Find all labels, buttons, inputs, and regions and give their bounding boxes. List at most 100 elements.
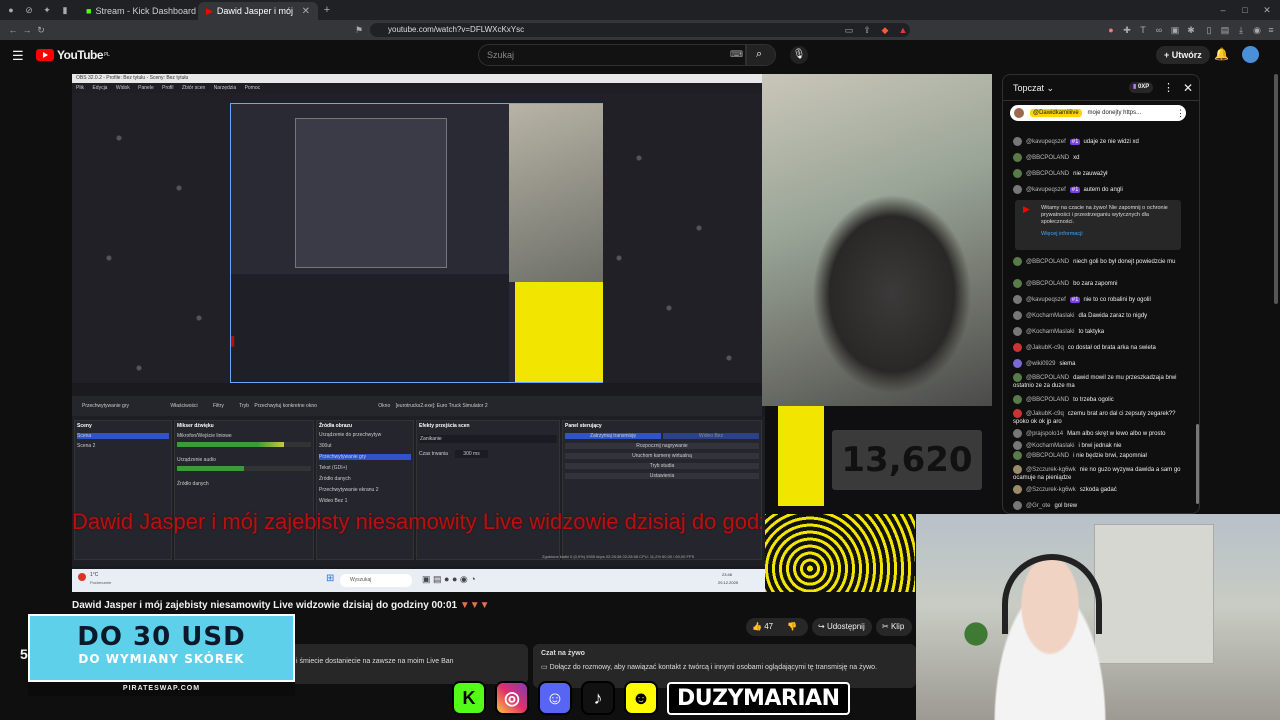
chat-text: dla Dawida zaraz to nigdy (1078, 313, 1148, 320)
live-chat-title: Czat na żywo (541, 650, 585, 657)
extension-icon[interactable]: ✦ (42, 5, 52, 15)
logo-region: PL (104, 52, 110, 58)
sidebar-icon[interactable]: ▯ (1204, 25, 1214, 35)
rewards-icon[interactable]: ▲ (898, 25, 908, 35)
create-label: Utwórz (1171, 50, 1202, 60)
browser-app-icon[interactable]: ● (6, 5, 16, 15)
chat-author: @BBCPOLAND (1026, 171, 1070, 178)
dock-item: Tryb studia (565, 463, 759, 469)
voice-search-icon[interactable]: 🎙 (790, 46, 808, 64)
taskbar-search: Wyszukaj (340, 574, 412, 587)
chat-message: @prajspolo14 Mam albo skręt w lewo albo w… (1013, 429, 1193, 438)
chat-message: @KochamMaslaki to taktyka (1013, 327, 1193, 336)
bookmark-icon[interactable]: ⚑ (354, 25, 364, 35)
extensions-icon[interactable]: ✱ (1186, 25, 1196, 35)
wallet-icon[interactable]: ▤ (1220, 25, 1230, 35)
obs-docks: Sceny Scena Scena 2 Mikser dźwięku Mikro… (72, 416, 765, 566)
avatar (1013, 429, 1022, 438)
close-tab-icon[interactable]: ✕ (302, 6, 310, 17)
forward-icon[interactable]: → (22, 25, 32, 35)
dislike-icon[interactable]: 👎 (787, 622, 797, 631)
dock-item: Mikrofon/Wejście liniowe (177, 433, 232, 439)
tab-kick-dashboard[interactable]: ■ Stream - Kick Dashboard ✕ (78, 2, 196, 20)
menu-icon[interactable]: ≡ (1266, 25, 1276, 35)
chat-more-icon[interactable]: ⋮ (1163, 81, 1174, 94)
share-label: Udostępnij (826, 622, 865, 631)
yellow-stripe (778, 406, 824, 506)
xp-badge[interactable]: ▮ 0XP (1129, 82, 1154, 93)
cast-icon[interactable]: ▭ (844, 25, 854, 35)
close-window-icon[interactable]: ✕ (1262, 5, 1272, 15)
extension-t-icon[interactable]: T (1138, 25, 1148, 35)
avatar[interactable] (1242, 46, 1259, 63)
dock-item: Ustawienia (565, 473, 759, 479)
page-scrollbar[interactable] (1274, 74, 1278, 304)
dock-item: Rozpocznij nagrywanie (565, 443, 759, 449)
search-input[interactable]: Szukaj (478, 44, 746, 66)
promo-subline: DO WYMIANY SKÓREK (78, 652, 245, 666)
avatar (1013, 311, 1022, 320)
profile-icon[interactable]: ◉ (1252, 25, 1262, 35)
chat-author: @Gr_ote (1026, 503, 1051, 510)
close-chat-icon[interactable]: ✕ (1183, 81, 1193, 95)
video-title-text: Dawid Jasper i mój zajebisty niesamowity… (72, 600, 458, 611)
video-player[interactable]: OBS 32.0.2 - Profile: Bez tytułu - Sceny… (72, 74, 992, 592)
dock-title: Źródła obrazu (319, 423, 353, 429)
chat-author: @kavupeqszef (1026, 297, 1066, 304)
extension-red-icon[interactable]: ● (1106, 25, 1116, 35)
create-button[interactable]: + Utwórz (1156, 46, 1210, 64)
chat-author: @KochamMaslaki (1026, 329, 1075, 336)
chat-text: i brwi jednak nie (1078, 443, 1122, 450)
like-button[interactable]: 👍 47 👎 (746, 618, 808, 636)
url-field[interactable]: youtube.com/watch?v=DFLWXcKxYsc (370, 23, 910, 37)
overlay-title: Dawid Jasper i mój zajebisty niesamowity… (72, 509, 762, 534)
brave-shield-icon[interactable]: ◆ (880, 25, 890, 35)
clip-label: Klip (890, 622, 905, 631)
browser-tab-bar: ● ⊘ ✦ ▮ ■ Stream - Kick Dashboard ✕ ▶ Da… (0, 0, 1280, 20)
maximize-icon[interactable]: □ (1240, 5, 1250, 15)
thumbs-up-icon: 👍 (752, 622, 762, 631)
new-tab-button[interactable]: + (322, 5, 332, 16)
tab-youtube-video[interactable]: ▶ Dawid Jasper i mój zajebisty nie ✕ (198, 2, 318, 20)
share-page-icon[interactable]: ⇪ (862, 25, 872, 35)
like-count: 47 (764, 622, 774, 631)
taskbar-date: 29.12.2025 (718, 580, 739, 585)
dock-item: Przechwytywanie gry (319, 454, 411, 460)
youtube-play-icon (36, 49, 54, 61)
promo-banner: DO 30 USD DO WYMIANY SKÓREK (28, 614, 295, 682)
extension-box-icon[interactable]: ▣ (1170, 25, 1180, 35)
dock-item: Źródło danych (319, 476, 351, 482)
emoji-icons: ▼▼▼ (459, 600, 490, 611)
notifications-icon[interactable]: 🔔 (1214, 47, 1229, 61)
avatar (1013, 153, 1022, 162)
tab-label: Dawid Jasper i mój zajebisty nie (216, 6, 294, 16)
reload-icon[interactable]: ↻ (36, 25, 46, 35)
keyboard-icon[interactable]: ⌨ (730, 49, 743, 60)
chat-author: @Szczurek-kg6wk (1026, 487, 1076, 494)
obs-source-toolbar: Przechwytywanie gry Właściwości Filtry T… (72, 396, 762, 416)
xp-value: 0XP (1137, 84, 1150, 90)
chat-author: @BBCPOLAND (1026, 397, 1070, 404)
share-button[interactable]: ↪ Udostępnij (812, 618, 872, 636)
more-info-link[interactable]: Więcej informacji (1041, 231, 1175, 238)
pinned-tab-icon[interactable]: ▮ (60, 5, 70, 15)
back-icon[interactable]: ← (8, 25, 18, 35)
extension-puzzle-icon[interactable]: ✚ (1122, 25, 1132, 35)
chat-scrollbar[interactable] (1196, 424, 1199, 504)
pinned-more-icon[interactable]: ⋮ (1176, 105, 1185, 121)
hamburger-menu-icon[interactable]: ☰ (12, 48, 24, 64)
chat-mode-dropdown[interactable]: Topczat ⌄ (1013, 83, 1054, 93)
youtube-logo[interactable]: YouTube PL (36, 48, 110, 62)
clip-button[interactable]: ✂ Klip (876, 618, 912, 636)
extension-link-icon[interactable]: ∞ (1154, 25, 1164, 35)
live-chat-text: Dołącz do rozmowy, aby nawiązać kontakt … (549, 664, 878, 671)
chat-text: co dostał od brata arka na swieta (1067, 345, 1156, 352)
downloads-icon[interactable]: ⤓ (1236, 25, 1246, 35)
pinned-message[interactable]: @Dawidkamiliive moje donejty https... ⋮ (1010, 105, 1186, 121)
social-links-bar: K ◎ ☺ ♪ ☻ DUZYMARIAN (452, 680, 850, 716)
pinned-user: @Dawidkamiliive (1030, 109, 1082, 117)
minimize-icon[interactable]: – (1218, 5, 1228, 15)
youtube-notice-icon: ▶ (1023, 204, 1030, 214)
search-button[interactable]: ⌕ (746, 44, 776, 66)
tab-history-icon[interactable]: ⊘ (24, 5, 34, 15)
